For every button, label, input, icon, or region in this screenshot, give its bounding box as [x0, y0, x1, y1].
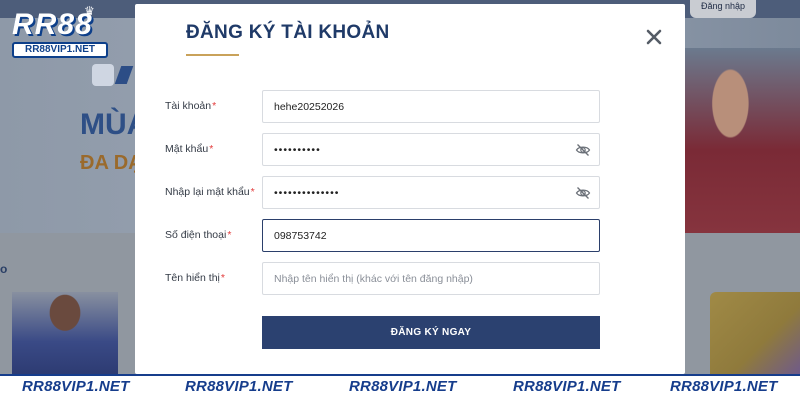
password-field[interactable]	[262, 133, 600, 166]
form-row-username: Tài khoản*	[135, 90, 685, 124]
section-text-fragment: o	[0, 262, 8, 276]
watermark-text: RR88VIP1.NET	[513, 378, 621, 395]
promo-card-image	[710, 292, 800, 375]
player-image-right	[684, 48, 800, 233]
form-row-phone: Số điện thoại*	[135, 219, 685, 253]
display-name-input[interactable]	[274, 263, 574, 294]
username-field[interactable]	[262, 90, 600, 123]
display-name-label: Tên hiển thị*	[165, 272, 225, 284]
register-modal: ĐĂNG KÝ TÀI KHOẢN Tài khoản* Mật khẩu*	[135, 4, 685, 374]
brand-logo[interactable]: RR88 ♛ RR88VIP1.NET	[8, 4, 108, 60]
league-badge-icon	[92, 64, 114, 86]
watermark-text: RR88VIP1.NET	[670, 378, 778, 395]
eye-off-icon[interactable]	[575, 142, 591, 158]
register-submit-button[interactable]: ĐĂNG KÝ NGAY	[262, 316, 600, 349]
eye-off-icon[interactable]	[575, 185, 591, 201]
phone-label: Số điện thoại*	[165, 229, 232, 241]
confirm-password-input[interactable]	[274, 177, 574, 208]
username-label: Tài khoản*	[165, 100, 217, 112]
required-mark: *	[209, 143, 214, 155]
required-mark: *	[220, 272, 225, 284]
logo-text: RR88	[12, 8, 93, 41]
hero-subheading: ĐA DẠ	[80, 152, 143, 174]
password-input[interactable]	[274, 134, 574, 165]
close-icon	[646, 29, 662, 45]
phone-input[interactable]	[274, 220, 574, 251]
title-underline	[186, 54, 239, 56]
required-mark: *	[212, 100, 217, 112]
form-row-password: Mật khẩu*	[135, 133, 685, 167]
confirm-password-field[interactable]	[262, 176, 600, 209]
watermark-text: RR88VIP1.NET	[349, 378, 457, 395]
crown-icon: ♛	[84, 4, 95, 18]
required-mark: *	[250, 186, 255, 198]
username-input[interactable]	[274, 91, 574, 122]
form-row-display-name: Tên hiển thị*	[135, 262, 685, 296]
phone-field[interactable]	[262, 219, 600, 252]
modal-title: ĐĂNG KÝ TÀI KHOẢN	[186, 22, 390, 43]
watermark-text: RR88VIP1.NET	[185, 378, 293, 395]
form-row-confirm-password: Nhập lại mật khẩu*	[135, 176, 685, 210]
logo-subtext: RR88VIP1.NET	[12, 42, 108, 58]
player-image-left	[12, 292, 118, 375]
required-mark: *	[227, 229, 232, 241]
login-button[interactable]: Đăng nhập	[690, 0, 756, 18]
watermark-band: RR88VIP1.NET RR88VIP1.NET RR88VIP1.NET R…	[0, 374, 800, 400]
close-button[interactable]	[643, 26, 665, 48]
password-label: Mật khẩu*	[165, 143, 214, 155]
confirm-password-label: Nhập lại mật khẩu*	[165, 186, 255, 198]
display-name-field[interactable]	[262, 262, 600, 295]
watermark-text: RR88VIP1.NET	[22, 378, 130, 395]
